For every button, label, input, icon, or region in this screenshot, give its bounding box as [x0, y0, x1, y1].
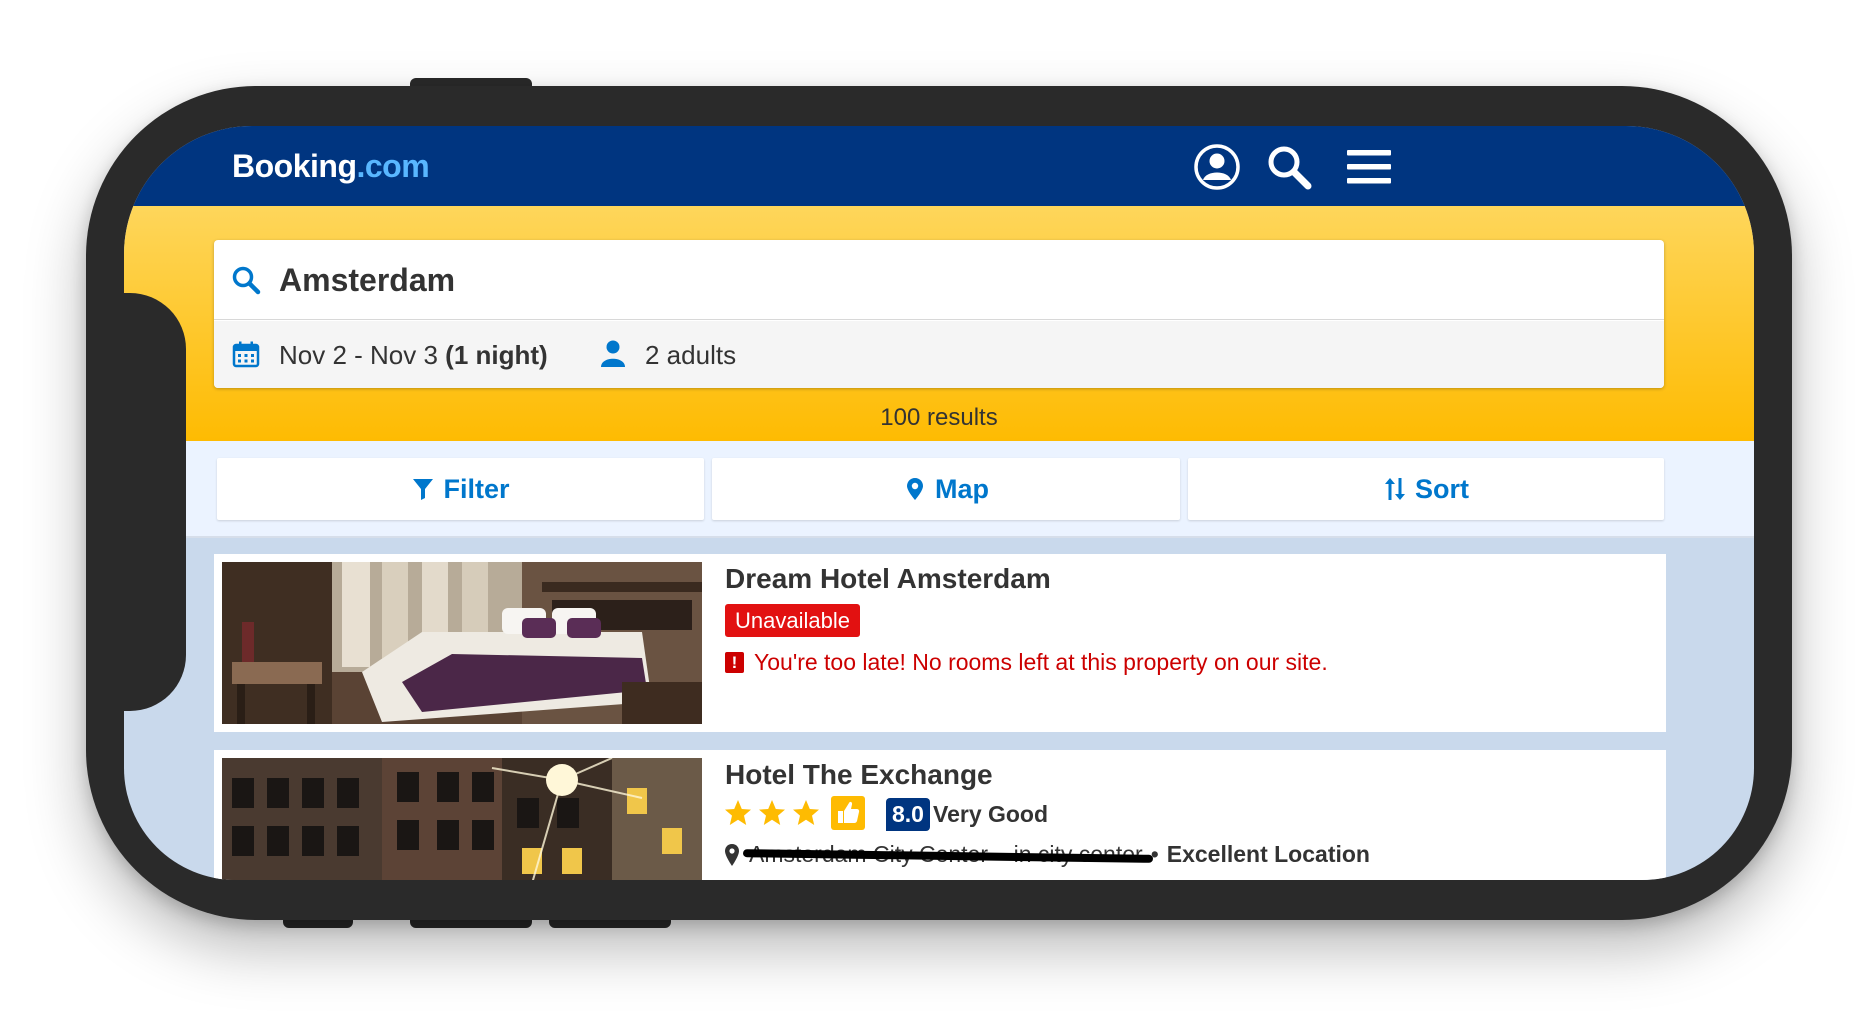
star-icon — [759, 800, 785, 825]
search-panel: Amsterdam Nov 2 - Nov 3 (1 night) 2 adul… — [124, 206, 1754, 441]
hotel-name[interactable]: Hotel The Exchange — [725, 759, 993, 791]
sort-arrows-icon — [1385, 478, 1405, 500]
star-rating — [723, 798, 821, 828]
filter-label: Filter — [443, 473, 510, 504]
calendar-icon — [232, 340, 260, 368]
top-navigation-bar: Booking.com — [124, 126, 1754, 206]
phone-notch — [86, 293, 186, 711]
menu-icon[interactable] — [1344, 142, 1394, 192]
search-icon — [230, 264, 262, 296]
dates-guests-row[interactable]: Nov 2 - Nov 3 (1 night) 2 adults — [214, 321, 1664, 388]
logo-text-com: .com — [356, 148, 430, 184]
unavailable-badge: Unavailable — [725, 604, 860, 637]
thumbs-up-icon — [831, 796, 865, 830]
nights-count: (1 night) — [445, 340, 548, 370]
person-icon — [600, 339, 626, 369]
account-icon[interactable] — [1192, 142, 1242, 192]
booking-logo[interactable]: Booking.com — [232, 148, 430, 185]
alert-icon: ! — [725, 652, 744, 673]
dates-text: Nov 2 - Nov 3 (1 night) — [279, 340, 548, 371]
hotel-name[interactable]: Dream Hotel Amsterdam — [725, 563, 1051, 595]
location-separator: • — [1150, 841, 1159, 867]
star-icon — [725, 800, 751, 825]
date-range: Nov 2 - Nov 3 — [279, 340, 446, 370]
results-count: 100 results — [880, 404, 998, 431]
sort-label: Sort — [1415, 473, 1469, 504]
search-summary-box[interactable]: Amsterdam Nov 2 - Nov 3 (1 night) 2 adul… — [214, 240, 1664, 388]
availability-message: ! You're too late! No rooms left at this… — [725, 649, 1328, 676]
logo-text-booking: Booking — [232, 148, 357, 184]
location-tag: Excellent Location — [1166, 841, 1370, 867]
destination-value: Amsterdam — [279, 262, 456, 298]
availability-message-text: You're too late! No rooms left at this p… — [754, 649, 1328, 675]
review-score-badge: 8.0 — [886, 798, 930, 831]
review-score-label: Very Good — [933, 801, 1049, 827]
filter-button[interactable]: Filter — [217, 458, 704, 520]
map-pin-icon — [907, 478, 923, 500]
hotel-photo[interactable] — [222, 562, 702, 724]
guests-text: 2 adults — [645, 340, 737, 370]
map-label: Map — [935, 473, 989, 504]
destination-row[interactable]: Amsterdam — [214, 240, 1664, 320]
location-pin-icon — [725, 843, 739, 866]
location-text[interactable]: Amsterdam City Center – in city center — [742, 841, 1154, 868]
hotel-card[interactable]: Hotel The Exchange 8.0 Very Good Amsterd… — [214, 750, 1666, 880]
sort-button[interactable]: Sort — [1188, 458, 1664, 520]
search-icon[interactable] — [1264, 142, 1314, 192]
phone-screen: Booking.com Amsterdam Nov 2 - Nov 3 (1 n… — [124, 126, 1754, 880]
hotel-photo[interactable] — [222, 758, 702, 880]
action-bar: Filter Map Sort — [124, 441, 1754, 538]
star-icon — [793, 800, 819, 825]
map-button[interactable]: Map — [712, 458, 1180, 520]
hotel-card[interactable]: Dream Hotel Amsterdam Unavailable ! You'… — [214, 554, 1666, 732]
hotel-location: Amsterdam City Center – in city center •… — [723, 841, 1370, 868]
filter-icon — [413, 479, 434, 500]
